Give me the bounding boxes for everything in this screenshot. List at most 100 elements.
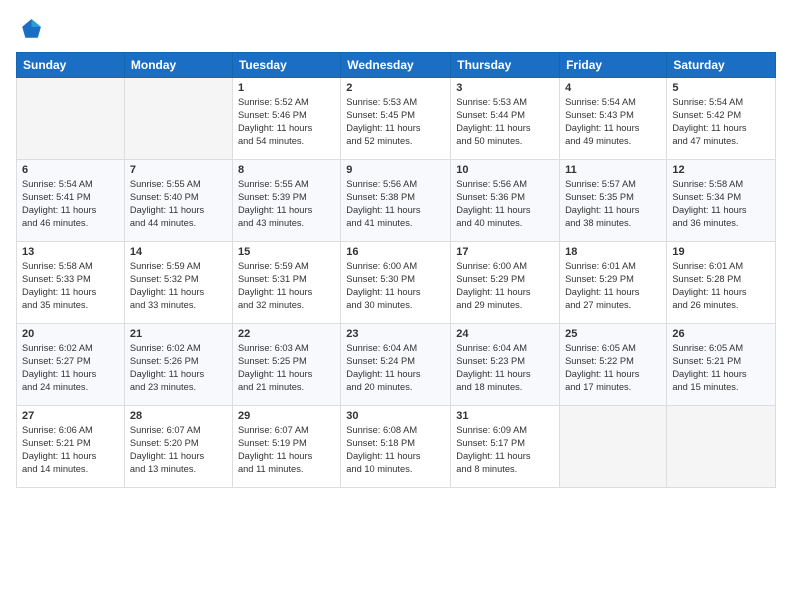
day-number: 22 (238, 328, 335, 340)
calendar-cell: 16Sunrise: 6:00 AM Sunset: 5:30 PM Dayli… (341, 242, 451, 324)
calendar-cell: 15 Sunrise: 5:59 AM Sunset: 5:31 PM Dayli… (232, 242, 340, 324)
calendar-cell: 29 Sunrise: 6:07 AM Sunset: 5:19 PM Dayli… (232, 406, 340, 488)
calendar-cell: 4 Sunrise: 5:54 AM Sunset: 5:43 PM Daylig… (560, 78, 667, 160)
calendar-cell (667, 406, 776, 488)
day-info: Sunrise: 5:56 AM Sunset: 5:38 PM Dayligh… (346, 178, 445, 230)
day-info: Sunrise: 6:02 AM Sunset: 5:27 PM Dayligh… (22, 342, 119, 394)
calendar-week-1: 1 Sunrise: 5:52 AM Sunset: 5:46 PM Daylig… (17, 78, 776, 160)
calendar-cell: 7 Sunrise: 5:55 AM Sunset: 5:40 PM Daylig… (124, 160, 232, 242)
day-number: 21 (130, 328, 227, 340)
calendar-table: SundayMondayTuesdayWednesdayThursdayFrid… (16, 52, 776, 488)
logo (16, 16, 48, 44)
day-number: 17 (456, 246, 554, 258)
day-number: 15 (238, 246, 335, 258)
day-info: Sunrise: 6:04 AM Sunset: 5:23 PM Dayligh… (456, 342, 554, 394)
calendar-cell: 21 Sunrise: 6:02 AM Sunset: 5:26 PM Dayli… (124, 324, 232, 406)
day-number: 24 (456, 328, 554, 340)
day-info: Sunrise: 6:05 AM Sunset: 5:21 PM Dayligh… (672, 342, 770, 394)
day-number: 9 (346, 164, 445, 176)
calendar-cell: 12Sunrise: 5:58 AM Sunset: 5:34 PM Dayli… (667, 160, 776, 242)
day-number: 2 (346, 82, 445, 94)
calendar-cell: 23 Sunrise: 6:04 AM Sunset: 5:24 PM Dayli… (341, 324, 451, 406)
day-number: 4 (565, 82, 661, 94)
day-number: 27 (22, 410, 119, 422)
calendar-cell: 5Sunrise: 5:54 AM Sunset: 5:42 PM Daylig… (667, 78, 776, 160)
weekday-header-thursday: Thursday (451, 53, 560, 78)
day-info: Sunrise: 6:07 AM Sunset: 5:19 PM Dayligh… (238, 424, 335, 476)
day-info: Sunrise: 6:07 AM Sunset: 5:20 PM Dayligh… (130, 424, 227, 476)
day-number: 1 (238, 82, 335, 94)
weekday-header-row: SundayMondayTuesdayWednesdayThursdayFrid… (17, 53, 776, 78)
day-info: Sunrise: 5:58 AM Sunset: 5:34 PM Dayligh… (672, 178, 770, 230)
calendar-cell (124, 78, 232, 160)
weekday-header-friday: Friday (560, 53, 667, 78)
calendar-cell: 14 Sunrise: 5:59 AM Sunset: 5:32 PM Dayli… (124, 242, 232, 324)
day-number: 3 (456, 82, 554, 94)
calendar-cell: 24 Sunrise: 6:04 AM Sunset: 5:23 PM Dayli… (451, 324, 560, 406)
calendar-cell: 1 Sunrise: 5:52 AM Sunset: 5:46 PM Daylig… (232, 78, 340, 160)
calendar-cell: 9 Sunrise: 5:56 AM Sunset: 5:38 PM Daylig… (341, 160, 451, 242)
calendar-cell (17, 78, 125, 160)
day-number: 13 (22, 246, 119, 258)
calendar-cell: 19Sunrise: 6:01 AM Sunset: 5:28 PM Dayli… (667, 242, 776, 324)
calendar-week-2: 6Sunrise: 5:54 AM Sunset: 5:41 PM Daylig… (17, 160, 776, 242)
calendar-cell: 28 Sunrise: 6:07 AM Sunset: 5:20 PM Dayli… (124, 406, 232, 488)
day-info: Sunrise: 5:59 AM Sunset: 5:32 PM Dayligh… (130, 260, 227, 312)
day-info: Sunrise: 5:55 AM Sunset: 5:39 PM Dayligh… (238, 178, 335, 230)
calendar-cell: 27 Sunrise: 6:06 AM Sunset: 5:21 PM Dayli… (17, 406, 125, 488)
calendar-cell: 20 Sunrise: 6:02 AM Sunset: 5:27 PM Dayli… (17, 324, 125, 406)
weekday-header-sunday: Sunday (17, 53, 125, 78)
day-number: 25 (565, 328, 661, 340)
day-info: Sunrise: 5:57 AM Sunset: 5:35 PM Dayligh… (565, 178, 661, 230)
day-number: 6 (22, 164, 119, 176)
day-number: 28 (130, 410, 227, 422)
calendar-cell: 10Sunrise: 5:56 AM Sunset: 5:36 PM Dayli… (451, 160, 560, 242)
calendar-week-3: 13 Sunrise: 5:58 AM Sunset: 5:33 PM Dayli… (17, 242, 776, 324)
day-info: Sunrise: 6:03 AM Sunset: 5:25 PM Dayligh… (238, 342, 335, 394)
day-number: 20 (22, 328, 119, 340)
calendar-cell: 22 Sunrise: 6:03 AM Sunset: 5:25 PM Dayli… (232, 324, 340, 406)
day-info: Sunrise: 6:02 AM Sunset: 5:26 PM Dayligh… (130, 342, 227, 394)
weekday-header-tuesday: Tuesday (232, 53, 340, 78)
calendar-cell: 17Sunrise: 6:00 AM Sunset: 5:29 PM Dayli… (451, 242, 560, 324)
day-info: Sunrise: 5:54 AM Sunset: 5:43 PM Dayligh… (565, 96, 661, 148)
day-number: 14 (130, 246, 227, 258)
day-info: Sunrise: 6:04 AM Sunset: 5:24 PM Dayligh… (346, 342, 445, 394)
day-number: 8 (238, 164, 335, 176)
day-info: Sunrise: 6:09 AM Sunset: 5:17 PM Dayligh… (456, 424, 554, 476)
calendar-cell: 31 Sunrise: 6:09 AM Sunset: 5:17 PM Dayli… (451, 406, 560, 488)
calendar-cell: 26 Sunrise: 6:05 AM Sunset: 5:21 PM Dayli… (667, 324, 776, 406)
day-number: 18 (565, 246, 661, 258)
weekday-header-wednesday: Wednesday (341, 53, 451, 78)
day-number: 29 (238, 410, 335, 422)
calendar-cell: 11 Sunrise: 5:57 AM Sunset: 5:35 PM Dayli… (560, 160, 667, 242)
calendar-cell: 2Sunrise: 5:53 AM Sunset: 5:45 PM Daylig… (341, 78, 451, 160)
day-number: 31 (456, 410, 554, 422)
calendar-header: SundayMondayTuesdayWednesdayThursdayFrid… (17, 53, 776, 78)
day-info: Sunrise: 5:58 AM Sunset: 5:33 PM Dayligh… (22, 260, 119, 312)
day-info: Sunrise: 5:52 AM Sunset: 5:46 PM Dayligh… (238, 96, 335, 148)
day-info: Sunrise: 5:56 AM Sunset: 5:36 PM Dayligh… (456, 178, 554, 230)
day-number: 19 (672, 246, 770, 258)
day-info: Sunrise: 5:59 AM Sunset: 5:31 PM Dayligh… (238, 260, 335, 312)
day-number: 30 (346, 410, 445, 422)
page-container: SundayMondayTuesdayWednesdayThursdayFrid… (0, 0, 792, 612)
day-info: Sunrise: 6:05 AM Sunset: 5:22 PM Dayligh… (565, 342, 661, 394)
day-info: Sunrise: 6:08 AM Sunset: 5:18 PM Dayligh… (346, 424, 445, 476)
day-number: 7 (130, 164, 227, 176)
day-number: 26 (672, 328, 770, 340)
logo-icon (16, 16, 44, 44)
day-info: Sunrise: 5:55 AM Sunset: 5:40 PM Dayligh… (130, 178, 227, 230)
header (16, 16, 776, 44)
day-number: 23 (346, 328, 445, 340)
day-info: Sunrise: 6:00 AM Sunset: 5:30 PM Dayligh… (346, 260, 445, 312)
calendar-cell: 8 Sunrise: 5:55 AM Sunset: 5:39 PM Daylig… (232, 160, 340, 242)
weekday-header-saturday: Saturday (667, 53, 776, 78)
calendar-cell: 18Sunrise: 6:01 AM Sunset: 5:29 PM Dayli… (560, 242, 667, 324)
calendar-week-5: 27 Sunrise: 6:06 AM Sunset: 5:21 PM Dayli… (17, 406, 776, 488)
day-number: 11 (565, 164, 661, 176)
calendar-body: 1 Sunrise: 5:52 AM Sunset: 5:46 PM Daylig… (17, 78, 776, 488)
calendar-week-4: 20 Sunrise: 6:02 AM Sunset: 5:27 PM Dayli… (17, 324, 776, 406)
day-info: Sunrise: 6:06 AM Sunset: 5:21 PM Dayligh… (22, 424, 119, 476)
calendar-cell: 25 Sunrise: 6:05 AM Sunset: 5:22 PM Dayli… (560, 324, 667, 406)
